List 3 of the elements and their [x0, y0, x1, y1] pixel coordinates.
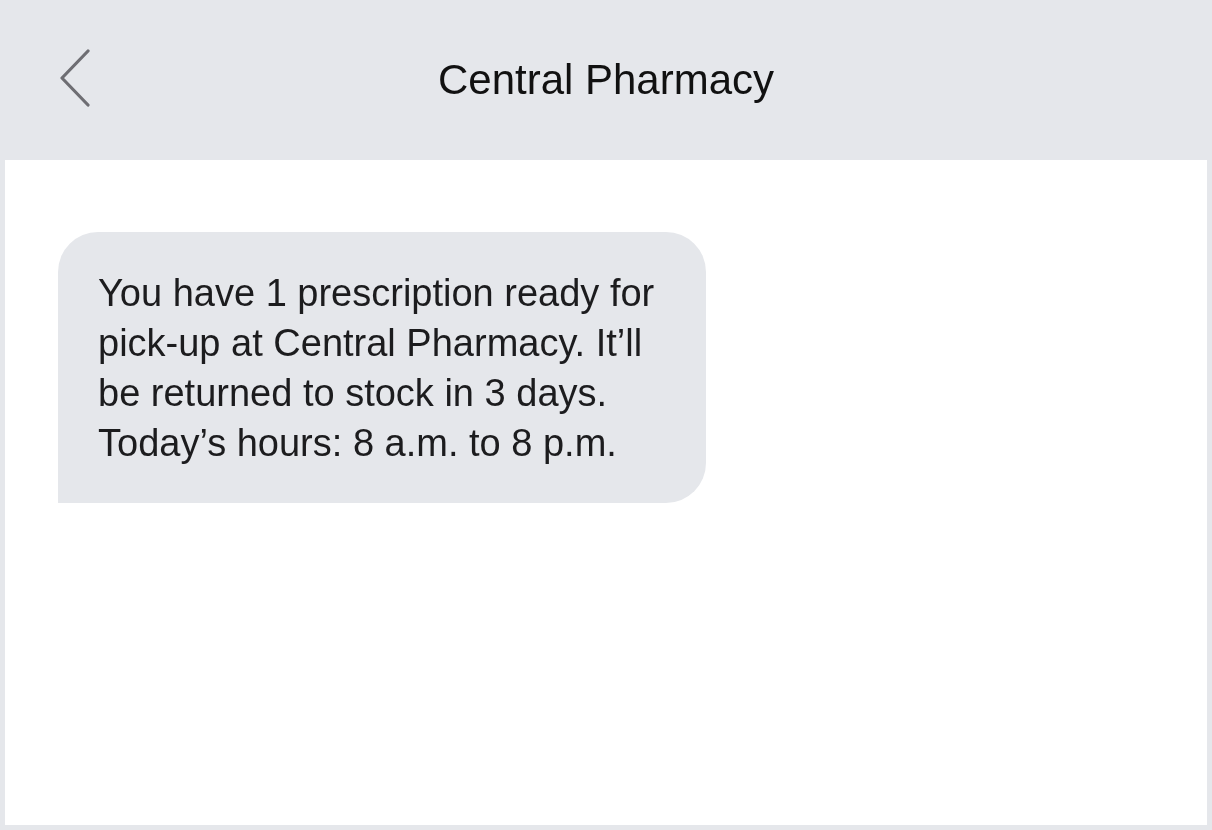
message-bubble: You have 1 prescription ready for pick-up at Central Pharmacy. It’ll be returned to stock in 3 days. Today’s hours: 8 a.m. to 8 p.m. — [58, 232, 706, 503]
back-chevron-icon — [59, 49, 91, 107]
window-title: Central Pharmacy — [437, 55, 775, 105]
